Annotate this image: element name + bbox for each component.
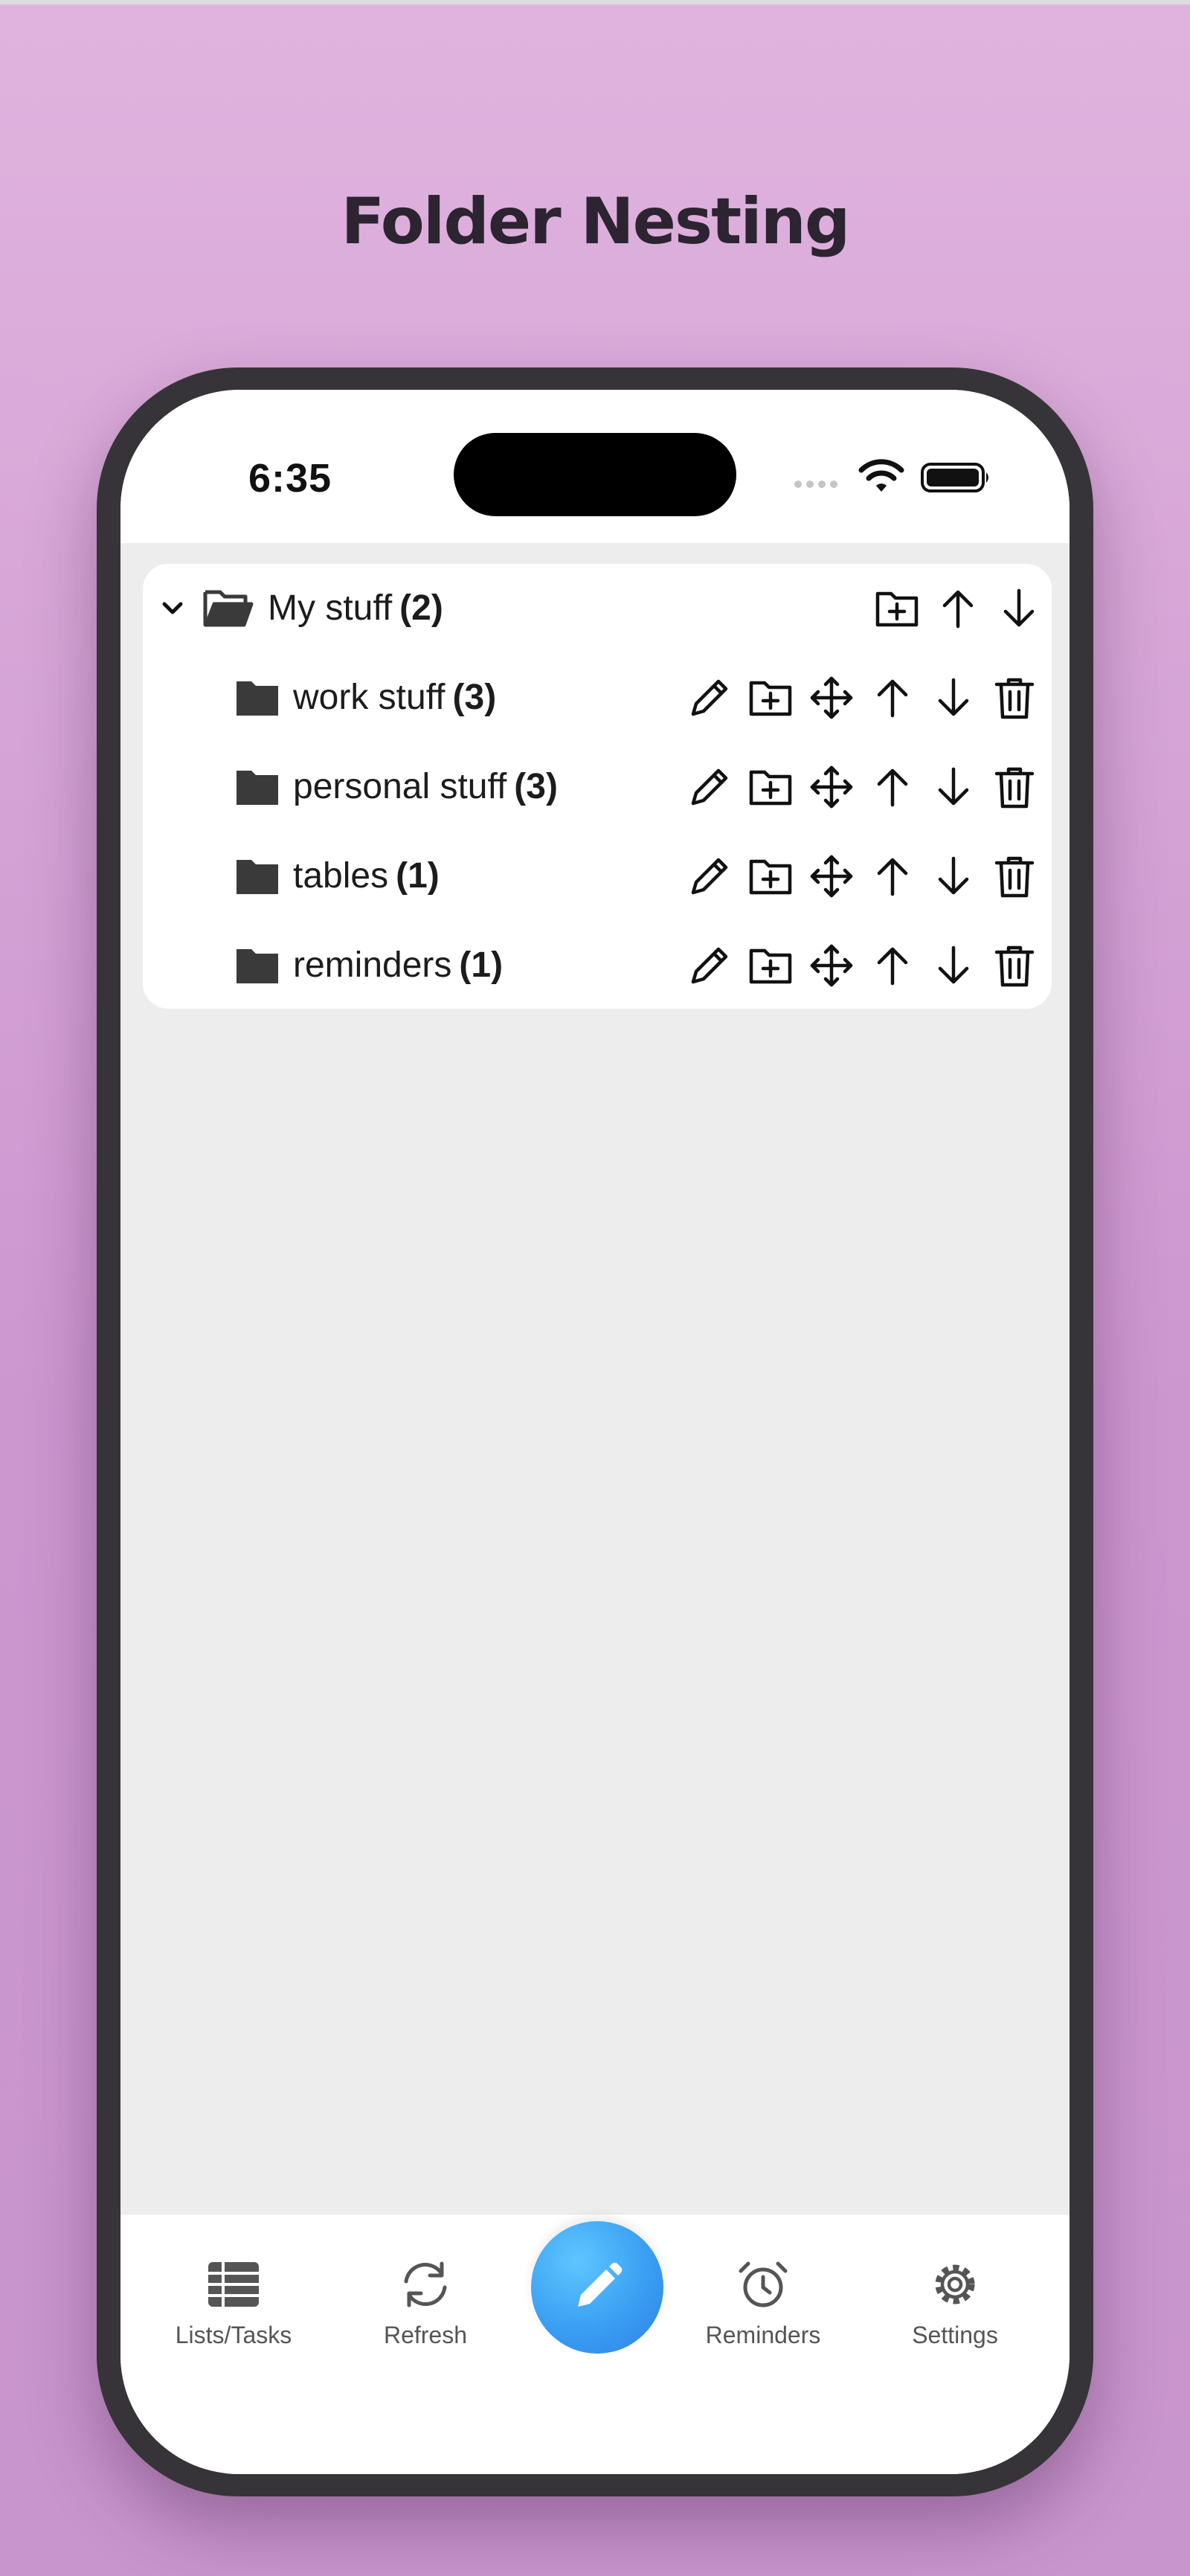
- phone-screen: 6:35 My stuff (2) work stuff (3) persona…: [120, 390, 1070, 2474]
- pencil-icon: [578, 2262, 623, 2307]
- top-strip: [0, 0, 1190, 4]
- arrow-up-icon[interactable]: [934, 585, 982, 632]
- status-bar: 6:35: [120, 390, 1070, 543]
- arrow-up-icon[interactable]: [869, 674, 916, 722]
- tab-refresh[interactable]: Refresh: [344, 2259, 507, 2378]
- tab-label: Lists/Tasks: [175, 2322, 292, 2348]
- folder-label: My stuff (2): [268, 564, 443, 653]
- folder-label: personal stuff (3): [293, 742, 558, 832]
- folder-icon: [237, 949, 278, 983]
- dynamic-island: [454, 433, 736, 516]
- chevron-down-icon[interactable]: [158, 594, 187, 623]
- pencil-icon[interactable]: [686, 674, 733, 722]
- arrow-down-icon[interactable]: [930, 942, 977, 989]
- alarm-clock-icon: [739, 2261, 788, 2307]
- compose-button[interactable]: [531, 2221, 663, 2354]
- folder-actions: [686, 742, 1052, 832]
- folder-name: reminders: [293, 945, 452, 985]
- pencil-icon[interactable]: [686, 763, 733, 811]
- folder-label: tables (1): [293, 832, 440, 921]
- folder-name: personal stuff: [293, 767, 507, 806]
- arrow-down-icon[interactable]: [995, 585, 1043, 632]
- folder-label: reminders (1): [293, 921, 503, 1010]
- root-actions: [873, 564, 1052, 653]
- folder-name: tables: [293, 856, 389, 896]
- arrow-up-icon[interactable]: [869, 852, 916, 900]
- folder-row[interactable]: work stuff (3): [143, 653, 1052, 742]
- folder-label: work stuff (3): [293, 653, 496, 742]
- trash-icon[interactable]: [991, 942, 1038, 989]
- wifi-icon: [858, 459, 904, 492]
- folder-open-icon: [203, 590, 254, 627]
- phone-frame: 6:35 My stuff (2) work stuff (3) persona…: [97, 367, 1093, 2496]
- trash-icon[interactable]: [991, 763, 1038, 811]
- move-icon[interactable]: [808, 763, 855, 811]
- move-icon[interactable]: [808, 852, 855, 900]
- folder-count: (3): [514, 767, 558, 806]
- arrow-up-icon[interactable]: [869, 763, 916, 811]
- folder-add-icon[interactable]: [747, 674, 794, 722]
- folder-count: (2): [399, 588, 443, 628]
- list-icon: [208, 2262, 259, 2307]
- folder-tree-area: My stuff (2) work stuff (3) personal stu…: [120, 543, 1070, 2214]
- arrow-down-icon[interactable]: [930, 674, 977, 722]
- trash-icon[interactable]: [991, 674, 1038, 722]
- folder-count: (1): [459, 945, 504, 985]
- folder-add-icon[interactable]: [747, 942, 794, 989]
- status-time: 6:35: [248, 456, 332, 501]
- signal-dots-icon: [794, 481, 837, 488]
- promo-title: Folder Nesting: [341, 184, 851, 259]
- folder-name: My stuff: [268, 588, 393, 628]
- arrow-down-icon[interactable]: [930, 763, 977, 811]
- folder-actions: [686, 921, 1052, 1010]
- folder-add-icon[interactable]: [873, 585, 921, 632]
- move-icon[interactable]: [808, 674, 855, 722]
- tab-reminders[interactable]: Reminders: [681, 2259, 845, 2378]
- folder-row[interactable]: personal stuff (3): [143, 742, 1052, 832]
- folder-row[interactable]: reminders (1): [143, 921, 1052, 1010]
- pencil-icon[interactable]: [686, 852, 733, 900]
- folder-actions: [686, 832, 1052, 921]
- folder-name: work stuff: [293, 678, 446, 717]
- tab-label: Settings: [912, 2322, 998, 2348]
- folder-icon: [237, 860, 278, 894]
- folder-icon: [237, 681, 278, 716]
- gear-icon: [935, 2264, 975, 2304]
- battery-icon: [921, 463, 988, 492]
- pencil-icon[interactable]: [686, 942, 733, 989]
- folder-count: (3): [452, 678, 497, 717]
- folder-icon: [237, 771, 278, 805]
- tab-lists-tasks[interactable]: Lists/Tasks: [152, 2259, 315, 2378]
- tab-label: Reminders: [705, 2322, 821, 2348]
- move-icon[interactable]: [808, 942, 855, 989]
- folder-row-root[interactable]: My stuff (2): [143, 564, 1052, 653]
- folder-add-icon[interactable]: [747, 763, 794, 811]
- trash-icon[interactable]: [991, 852, 1038, 900]
- folder-add-icon[interactable]: [747, 852, 794, 900]
- folder-count: (1): [396, 856, 440, 896]
- tab-settings[interactable]: Settings: [873, 2259, 1037, 2378]
- folder-row[interactable]: tables (1): [143, 832, 1052, 921]
- folder-actions: [686, 653, 1052, 742]
- tab-label: Refresh: [383, 2322, 468, 2348]
- folder-tree-card: My stuff (2) work stuff (3) personal stu…: [143, 564, 1052, 1009]
- refresh-icon: [404, 2261, 447, 2307]
- arrow-down-icon[interactable]: [930, 852, 977, 900]
- arrow-up-icon[interactable]: [869, 942, 916, 989]
